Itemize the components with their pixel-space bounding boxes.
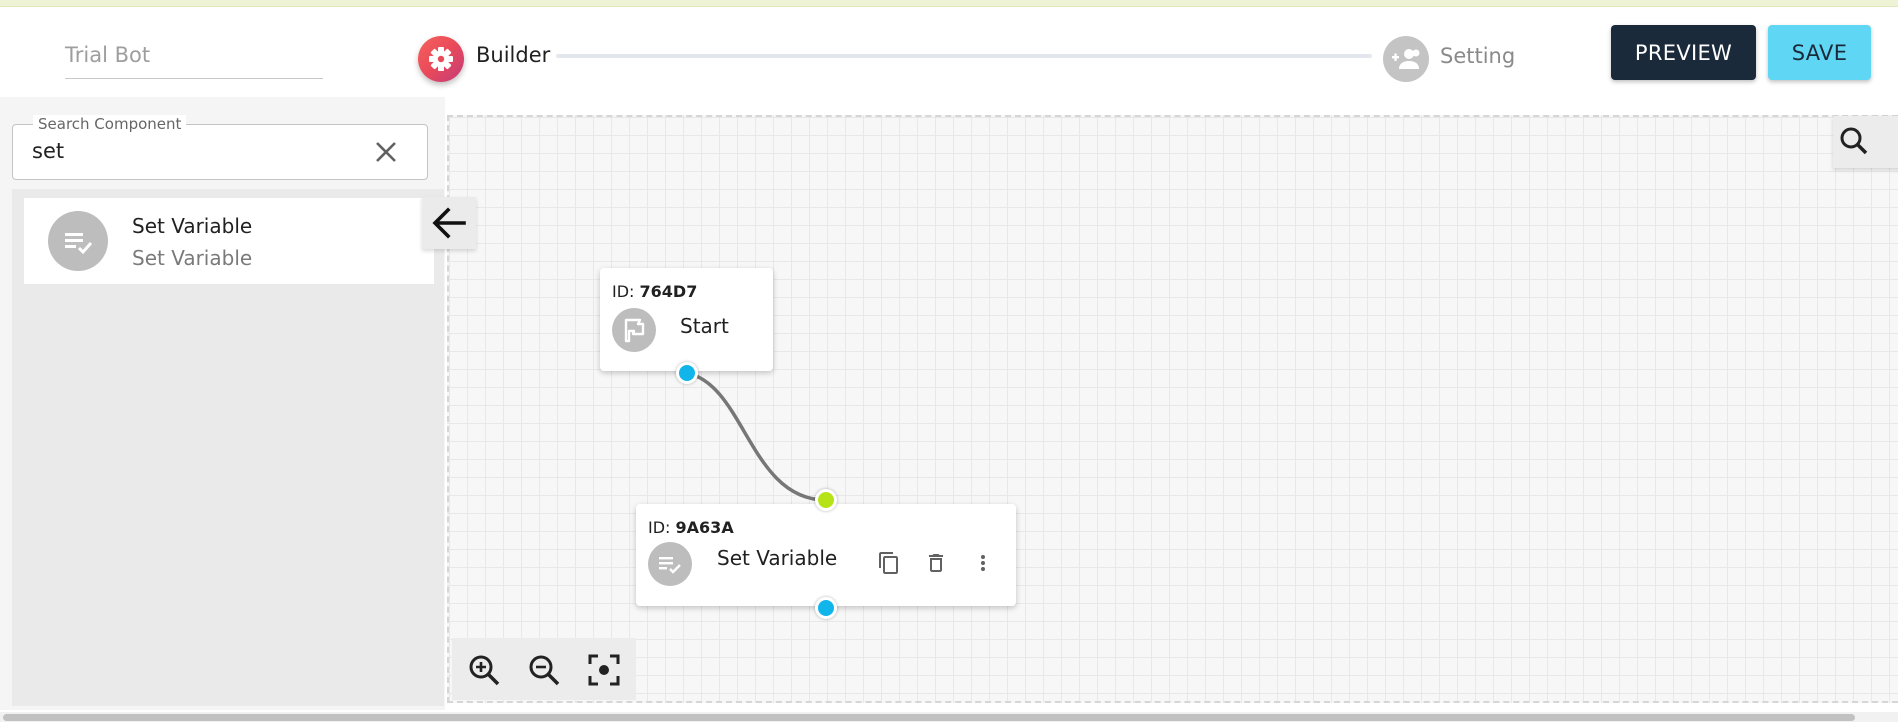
search-results-list: Set Variable Set Variable [12,189,444,706]
zoom-controls [452,638,636,700]
component-item-subtitle: Set Variable [132,246,253,270]
node-start-output-handle[interactable] [676,362,698,384]
step-setting-group-add-icon[interactable] [1383,36,1429,82]
collapse-sidebar-arrow-left-icon[interactable] [422,197,476,249]
flag-icon [612,308,656,352]
node-label: Start [680,314,729,338]
node-id: ID: 764D7 [612,282,698,301]
node-start[interactable]: ID: 764D7 Start [600,268,773,371]
set-variable-icon [48,211,108,271]
step-setting-label[interactable]: Setting [1440,44,1515,68]
zoom-in-icon[interactable] [466,652,502,688]
delete-icon[interactable] [921,548,951,578]
node-id: ID: 9A63A [648,518,734,537]
horizontal-scrollbar[interactable] [0,712,1898,722]
search-input[interactable]: set [32,139,64,163]
flow-canvas[interactable] [447,115,1898,703]
search-component-label: Search Component [33,115,187,133]
stepper-connector [556,54,1372,58]
bot-name-field[interactable]: Trial Bot [65,33,323,79]
clear-search-icon[interactable] [371,137,401,167]
node-set-variable[interactable]: ID: 9A63A Set Variable [636,504,1016,606]
set-variable-icon [648,542,692,586]
node-label: Set Variable [717,546,838,570]
preview-button[interactable]: PREVIEW [1611,25,1756,80]
search-component-field[interactable]: Search Component set [12,115,428,180]
component-sidebar: Search Component set Set Variable Set Va… [0,97,445,710]
node-set-variable-input-handle[interactable] [815,489,837,511]
scrollbar-thumb[interactable] [3,714,1855,721]
top-accent-line [0,0,1898,7]
zoom-out-icon[interactable] [526,652,562,688]
copy-icon[interactable] [874,548,904,578]
node-set-variable-output-handle[interactable] [815,597,837,619]
save-button[interactable]: SAVE [1768,25,1871,80]
component-item-set-variable[interactable]: Set Variable Set Variable [24,198,434,284]
component-item-title: Set Variable [132,214,253,238]
step-builder-label[interactable]: Builder [476,43,550,67]
more-vert-icon[interactable] [968,548,998,578]
canvas-search-icon[interactable] [1833,116,1898,168]
step-builder-gear-icon[interactable] [418,36,464,82]
header-bar: Trial Bot Builder Setting PREVIEW SAVE [0,7,1898,97]
fit-view-icon[interactable] [586,652,622,688]
